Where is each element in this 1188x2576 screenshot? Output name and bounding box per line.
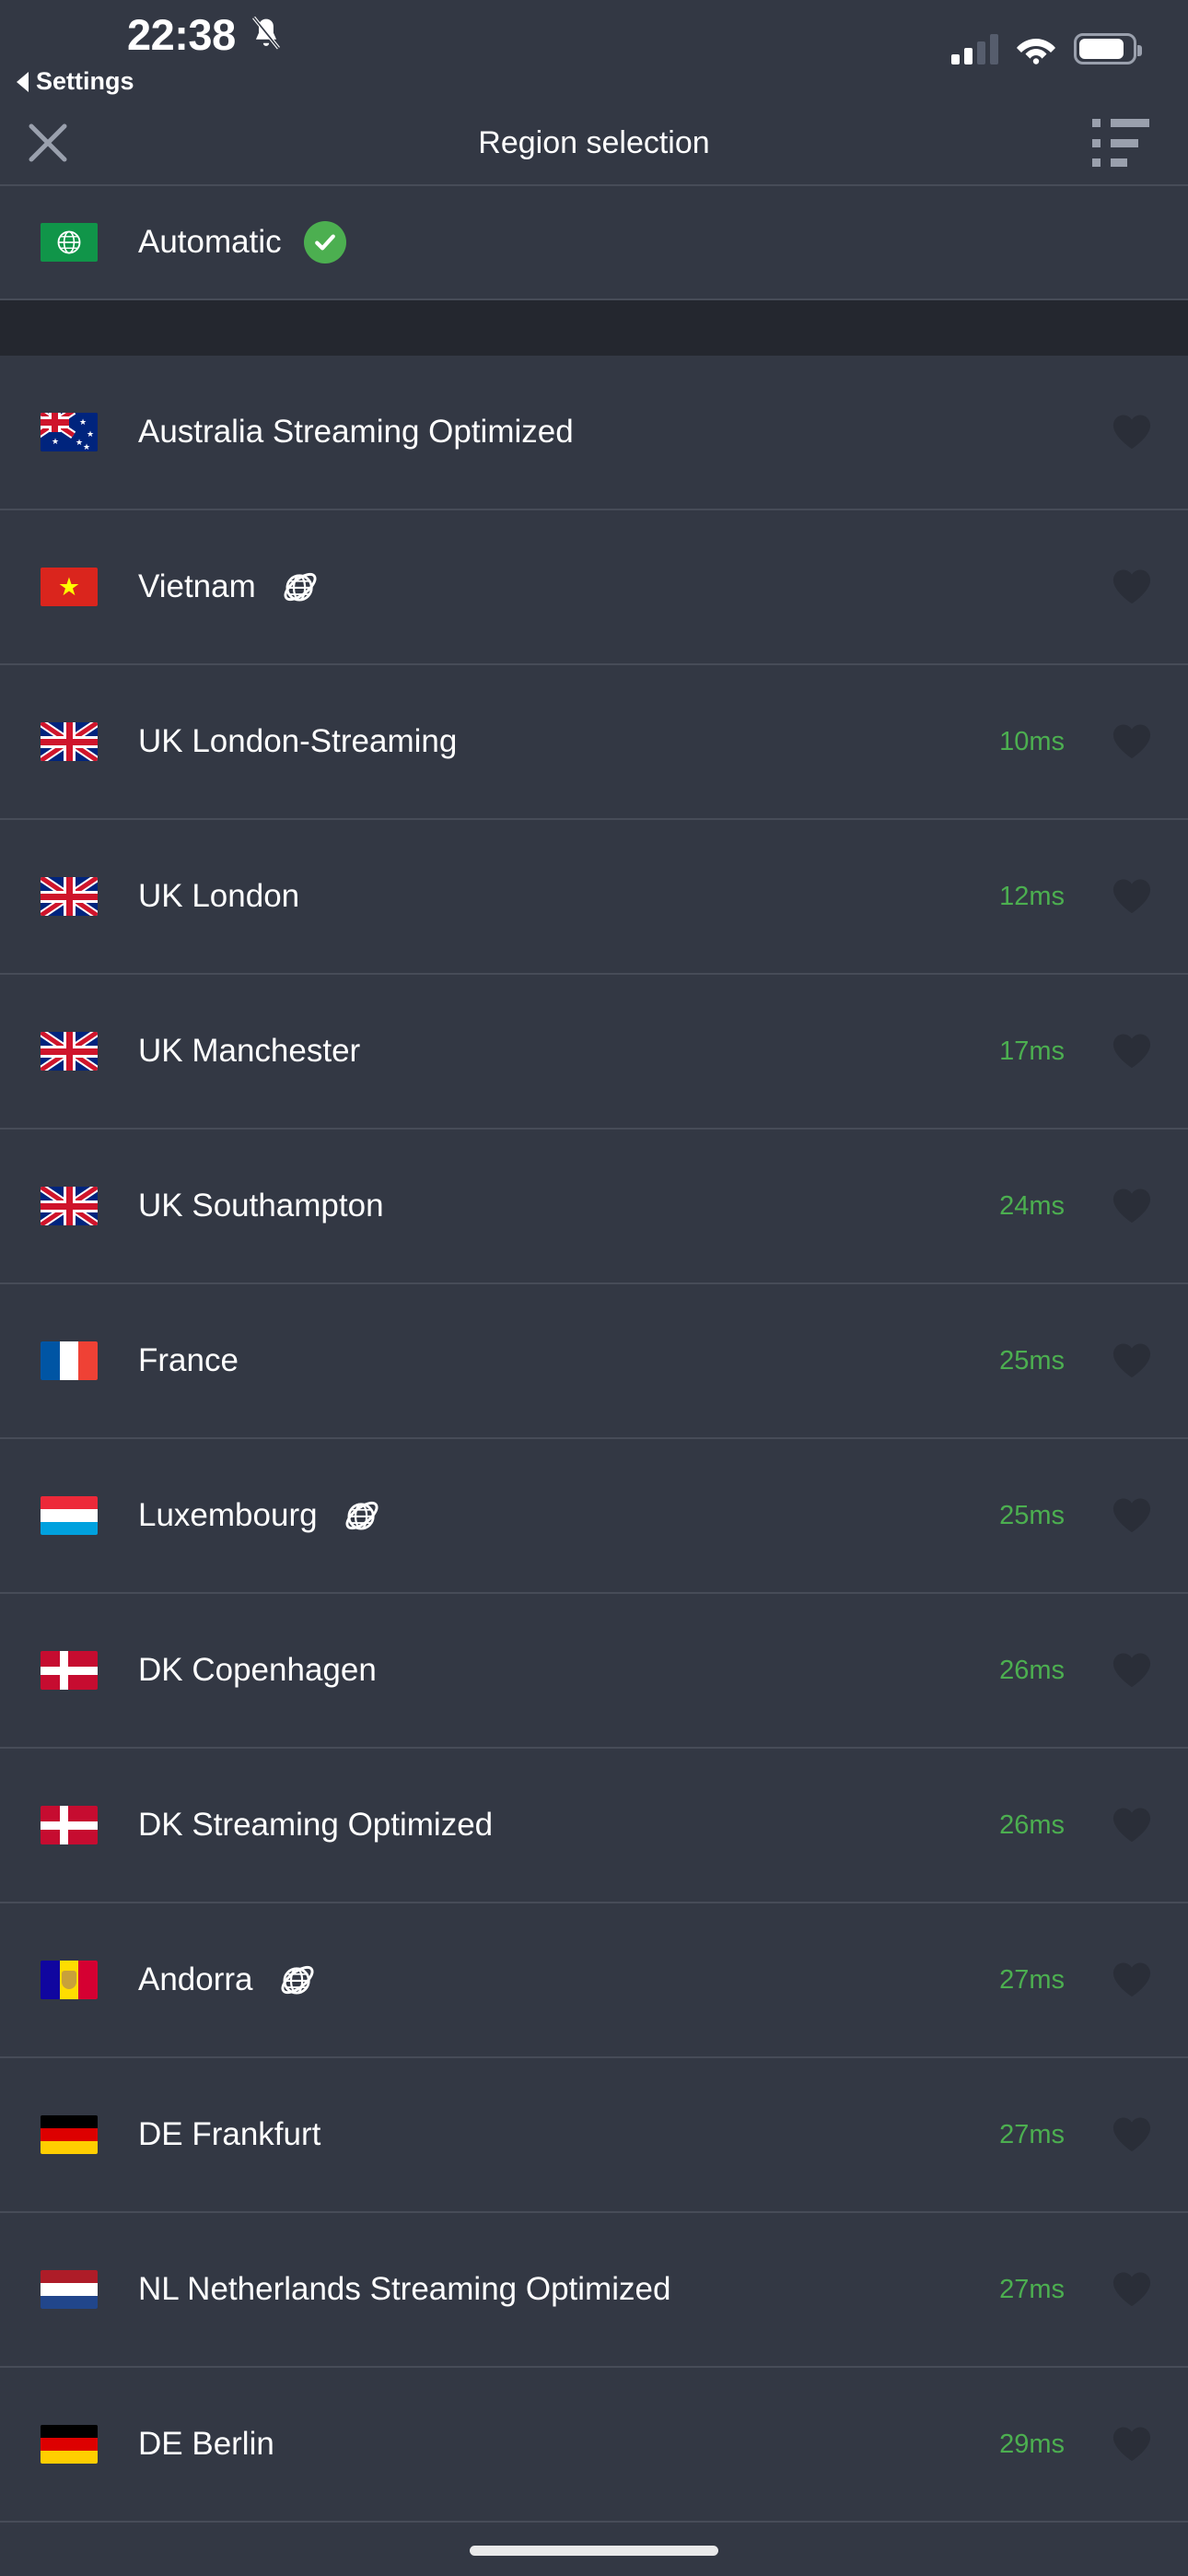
region-name: Andorra: [138, 1961, 253, 1997]
virtual-location-globe-icon: [280, 567, 320, 607]
flag-vn: ★: [41, 568, 98, 606]
region-row[interactable]: UK London-Streaming 10ms: [0, 665, 1188, 820]
favorite-heart-icon[interactable]: [1111, 877, 1153, 916]
favorite-heart-icon[interactable]: [1111, 568, 1153, 606]
status-time: 22:38: [127, 10, 236, 59]
flag-de: [41, 2425, 98, 2464]
region-name: Luxembourg: [138, 1497, 318, 1533]
region-row[interactable]: UK London 12ms: [0, 820, 1188, 975]
favorite-heart-icon[interactable]: [1111, 1496, 1153, 1535]
back-to-settings-button[interactable]: Settings: [17, 67, 134, 96]
region-row[interactable]: Andorra 27ms: [0, 1903, 1188, 2058]
cellular-signal-icon: [951, 33, 998, 64]
flag-de: [41, 2115, 98, 2154]
region-ping: 17ms: [999, 1036, 1065, 1066]
region-ping: 27ms: [999, 2274, 1065, 2304]
flag-gb: [41, 1032, 98, 1071]
region-ping: 24ms: [999, 1190, 1065, 1221]
region-row[interactable]: NL Netherlands Streaming Optimized 27ms: [0, 2213, 1188, 2368]
back-label: Settings: [36, 67, 134, 95]
region-row[interactable]: DE Frankfurt 27ms: [0, 2058, 1188, 2213]
globe-flag-icon: [41, 223, 98, 262]
region-ping: 27ms: [999, 1964, 1065, 1995]
status-bar: 22:38 Settings: [0, 0, 1188, 101]
region-row[interactable]: DE Berlin 29ms: [0, 2368, 1188, 2523]
flag-au: ★ ★ ★ ★ ★: [41, 413, 98, 451]
region-name: NL Netherlands Streaming Optimized: [138, 2271, 671, 2307]
home-indicator: [470, 2546, 718, 2556]
close-icon[interactable]: [20, 115, 76, 170]
region-name: UK London-Streaming: [138, 723, 458, 759]
region-ping: 26ms: [999, 1655, 1065, 1685]
region-list: ★ ★ ★ ★ ★ Australia Streaming Optimized ★ Vietn…: [0, 356, 1188, 2576]
flag-lu: [41, 1496, 98, 1535]
flag-dk: [41, 1806, 98, 1844]
region-name: DE Berlin: [138, 2426, 274, 2462]
flag-gb: [41, 877, 98, 916]
virtual-location-globe-icon: [342, 1495, 382, 1536]
region-ping: 25ms: [999, 1500, 1065, 1530]
automatic-label: Automatic: [138, 224, 282, 260]
flag-ad: [41, 1961, 98, 1999]
region-row[interactable]: Luxembourg 25ms: [0, 1439, 1188, 1594]
favorite-heart-icon[interactable]: [1111, 722, 1153, 761]
flag-dk: [41, 1651, 98, 1690]
region-name: France: [138, 1342, 239, 1378]
sort-list-icon[interactable]: [1092, 119, 1149, 167]
region-name: Vietnam: [138, 568, 256, 604]
wifi-icon: [1015, 33, 1057, 64]
region-row[interactable]: ★ ★ ★ ★ ★ Australia Streaming Optimized: [0, 356, 1188, 510]
region-row[interactable]: DK Streaming Optimized 26ms: [0, 1749, 1188, 1903]
navigation-bar: Region selection: [0, 101, 1188, 184]
region-row[interactable]: ★ Vietnam: [0, 510, 1188, 665]
bell-slash-icon: [249, 16, 284, 54]
favorite-heart-icon[interactable]: [1111, 1806, 1153, 1844]
region-name: DE Frankfurt: [138, 2116, 321, 2152]
region-row[interactable]: UK Manchester 17ms: [0, 975, 1188, 1130]
region-row-automatic[interactable]: Automatic: [0, 186, 1188, 299]
region-ping: 27ms: [999, 2119, 1065, 2149]
region-row[interactable]: UK Southampton 24ms: [0, 1130, 1188, 1284]
favorite-heart-icon[interactable]: [1111, 1032, 1153, 1071]
favorite-heart-icon[interactable]: [1111, 1651, 1153, 1690]
region-name: UK Southampton: [138, 1188, 384, 1224]
favorite-heart-icon[interactable]: [1111, 1187, 1153, 1225]
back-triangle-icon: [17, 71, 29, 92]
region-row[interactable]: France 25ms: [0, 1284, 1188, 1439]
region-name: DK Copenhagen: [138, 1652, 377, 1688]
virtual-location-globe-icon: [277, 1960, 318, 2000]
flag-nl: [41, 2270, 98, 2309]
favorite-heart-icon[interactable]: [1111, 2425, 1153, 2464]
favorite-heart-icon[interactable]: [1111, 1341, 1153, 1380]
favorite-heart-icon[interactable]: [1111, 413, 1153, 451]
flag-gb: [41, 722, 98, 761]
flag-gb: [41, 1187, 98, 1225]
status-indicators: [951, 24, 1142, 64]
region-name: UK Manchester: [138, 1033, 361, 1069]
region-ping: 26ms: [999, 1809, 1065, 1840]
page-title: Region selection: [478, 124, 710, 160]
region-ping: 29ms: [999, 2429, 1065, 2459]
check-circle-icon: [303, 221, 346, 263]
region-ping: 10ms: [999, 726, 1065, 756]
flag-fr: [41, 1341, 98, 1380]
region-selection-screen: 22:38 Settings Region selection Automati…: [0, 0, 1188, 2576]
status-time-group: 22:38: [127, 13, 284, 56]
region-name: UK London: [138, 878, 300, 914]
favorite-heart-icon[interactable]: [1111, 1961, 1153, 1999]
region-ping: 25ms: [999, 1345, 1065, 1376]
region-name: DK Streaming Optimized: [138, 1807, 494, 1843]
section-gap-band: [0, 300, 1188, 356]
region-name: Australia Streaming Optimized: [138, 414, 574, 450]
battery-icon: [1074, 33, 1142, 64]
region-ping: 12ms: [999, 881, 1065, 911]
favorite-heart-icon[interactable]: [1111, 2270, 1153, 2309]
favorite-heart-icon[interactable]: [1111, 2115, 1153, 2154]
region-row[interactable]: DK Copenhagen 26ms: [0, 1594, 1188, 1749]
